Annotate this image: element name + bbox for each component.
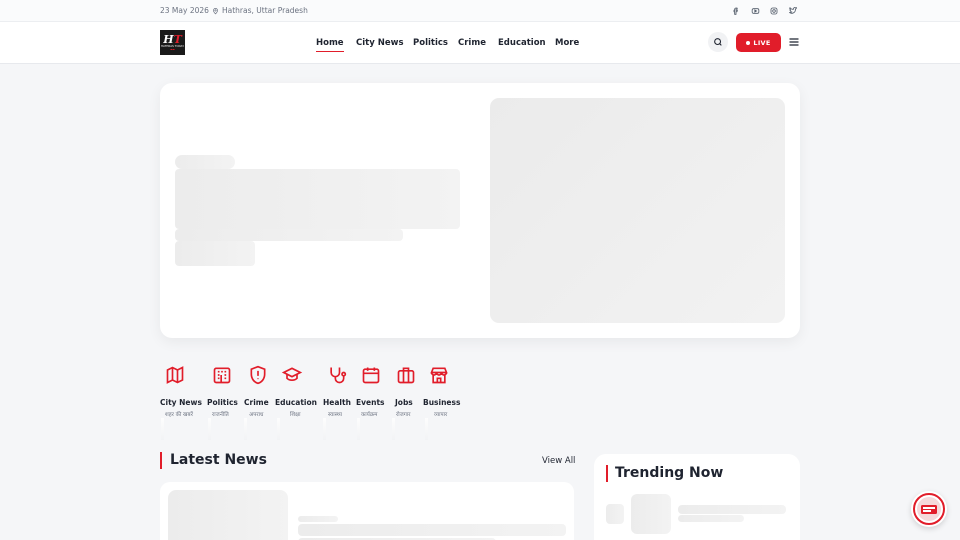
category-label-hindi: शिक्षा (290, 412, 301, 418)
nav-home[interactable]: Home (316, 38, 344, 52)
category-label-hindi: शहर की खबरें (165, 412, 193, 418)
category-crime[interactable]: Crime अपराध (244, 365, 269, 440)
category-divider (323, 418, 326, 440)
category-divider (208, 418, 211, 440)
current-date: 23 May 2026 (160, 6, 209, 15)
category-label-hindi: स्वास्थ्य (328, 412, 342, 418)
trending-heading: Trending Now (606, 465, 723, 482)
category-jobs[interactable]: Jobs रोजगार (392, 365, 416, 440)
instagram-icon[interactable] (767, 4, 781, 18)
skeleton-thumbnail (168, 490, 288, 540)
skeleton-subline (175, 229, 403, 241)
category-label: Politics (207, 398, 238, 407)
category-label-hindi: रोजगार (396, 412, 411, 418)
nav-city-news[interactable]: City News (356, 38, 404, 48)
top-info-bar: 23 May 2026 Hathras, Uttar Pradesh (0, 0, 960, 22)
category-label: Crime (244, 398, 269, 407)
category-divider (277, 418, 280, 440)
category-events[interactable]: Events कार्यक्रम (356, 365, 385, 440)
floating-channel-badge[interactable] (911, 491, 947, 527)
category-politics[interactable]: Politics राजनीति (207, 365, 238, 440)
category-city-news[interactable]: City News शहर की खबरें (160, 365, 202, 440)
skeleton-trend-line (678, 505, 786, 514)
latest-news-heading: Latest News (160, 452, 267, 469)
building-icon (213, 367, 231, 384)
skeleton-tag (298, 516, 338, 522)
category-label-hindi: राजनीति (212, 412, 229, 418)
skeleton-rank (606, 504, 624, 524)
hamburger-menu-icon[interactable] (788, 36, 800, 48)
location-text: Hathras, Uttar Pradesh (222, 6, 308, 15)
briefcase-icon (397, 367, 415, 384)
map-icon (166, 366, 184, 384)
location-pin-icon (213, 7, 218, 14)
category-label: City News (160, 398, 202, 407)
category-label: Health (323, 398, 351, 407)
category-label-hindi: व्यापार (434, 412, 448, 418)
skeleton-trend-line (678, 515, 744, 522)
store-icon (430, 367, 448, 384)
view-all-link[interactable]: View All (542, 456, 575, 466)
nav-more[interactable]: More (555, 38, 579, 48)
live-label: LIVE (753, 38, 771, 47)
nav-politics[interactable]: Politics (413, 38, 448, 48)
category-business[interactable]: Business व्यापार (423, 365, 460, 440)
category-label: Education (275, 398, 317, 407)
category-divider (161, 418, 164, 440)
site-logo[interactable]: HT HATHRAS TODAY ▬▬ (160, 30, 185, 55)
skeleton-headline (175, 169, 460, 229)
nav-education[interactable]: Education (498, 38, 546, 48)
youtube-icon[interactable] (748, 4, 762, 18)
category-education[interactable]: Education शिक्षा (275, 365, 317, 440)
category-divider (357, 418, 360, 440)
channel-badge-icon (913, 493, 945, 525)
category-label: Events (356, 398, 385, 407)
shield-alert-icon (250, 365, 266, 385)
category-health[interactable]: Health स्वास्थ्य (323, 365, 351, 440)
skeleton-badge (175, 155, 235, 169)
skeleton-button (175, 241, 255, 266)
nav-crime[interactable]: Crime (458, 38, 486, 48)
skeleton-headline (298, 524, 566, 536)
search-icon (714, 38, 722, 46)
twitter-icon[interactable] (786, 4, 800, 18)
live-dot-icon (746, 40, 751, 45)
live-button[interactable]: LIVE (736, 33, 781, 52)
skeleton-trend-thumb (631, 494, 671, 534)
category-label: Jobs (395, 398, 413, 407)
site-header: HT HATHRAS TODAY ▬▬ Home City News Polit… (0, 22, 960, 64)
calendar-icon (362, 367, 380, 384)
location-info: Hathras, Uttar Pradesh (212, 6, 308, 15)
graduation-cap-icon (281, 367, 303, 382)
stethoscope-icon (330, 367, 347, 384)
category-divider (392, 418, 395, 440)
category-divider (425, 418, 428, 440)
facebook-icon[interactable] (729, 4, 743, 18)
news-card-skeleton[interactable] (160, 482, 574, 540)
category-label-hindi: कार्यक्रम (361, 412, 378, 418)
category-divider (244, 418, 247, 440)
search-button[interactable] (708, 32, 728, 52)
logo-underline: ▬▬ (170, 48, 175, 51)
skeleton-hero-image (490, 98, 785, 323)
featured-story-card[interactable] (160, 83, 800, 338)
category-label-hindi: अपराध (249, 412, 264, 418)
logo-mark: HT (163, 33, 182, 46)
category-label: Business (423, 398, 461, 407)
